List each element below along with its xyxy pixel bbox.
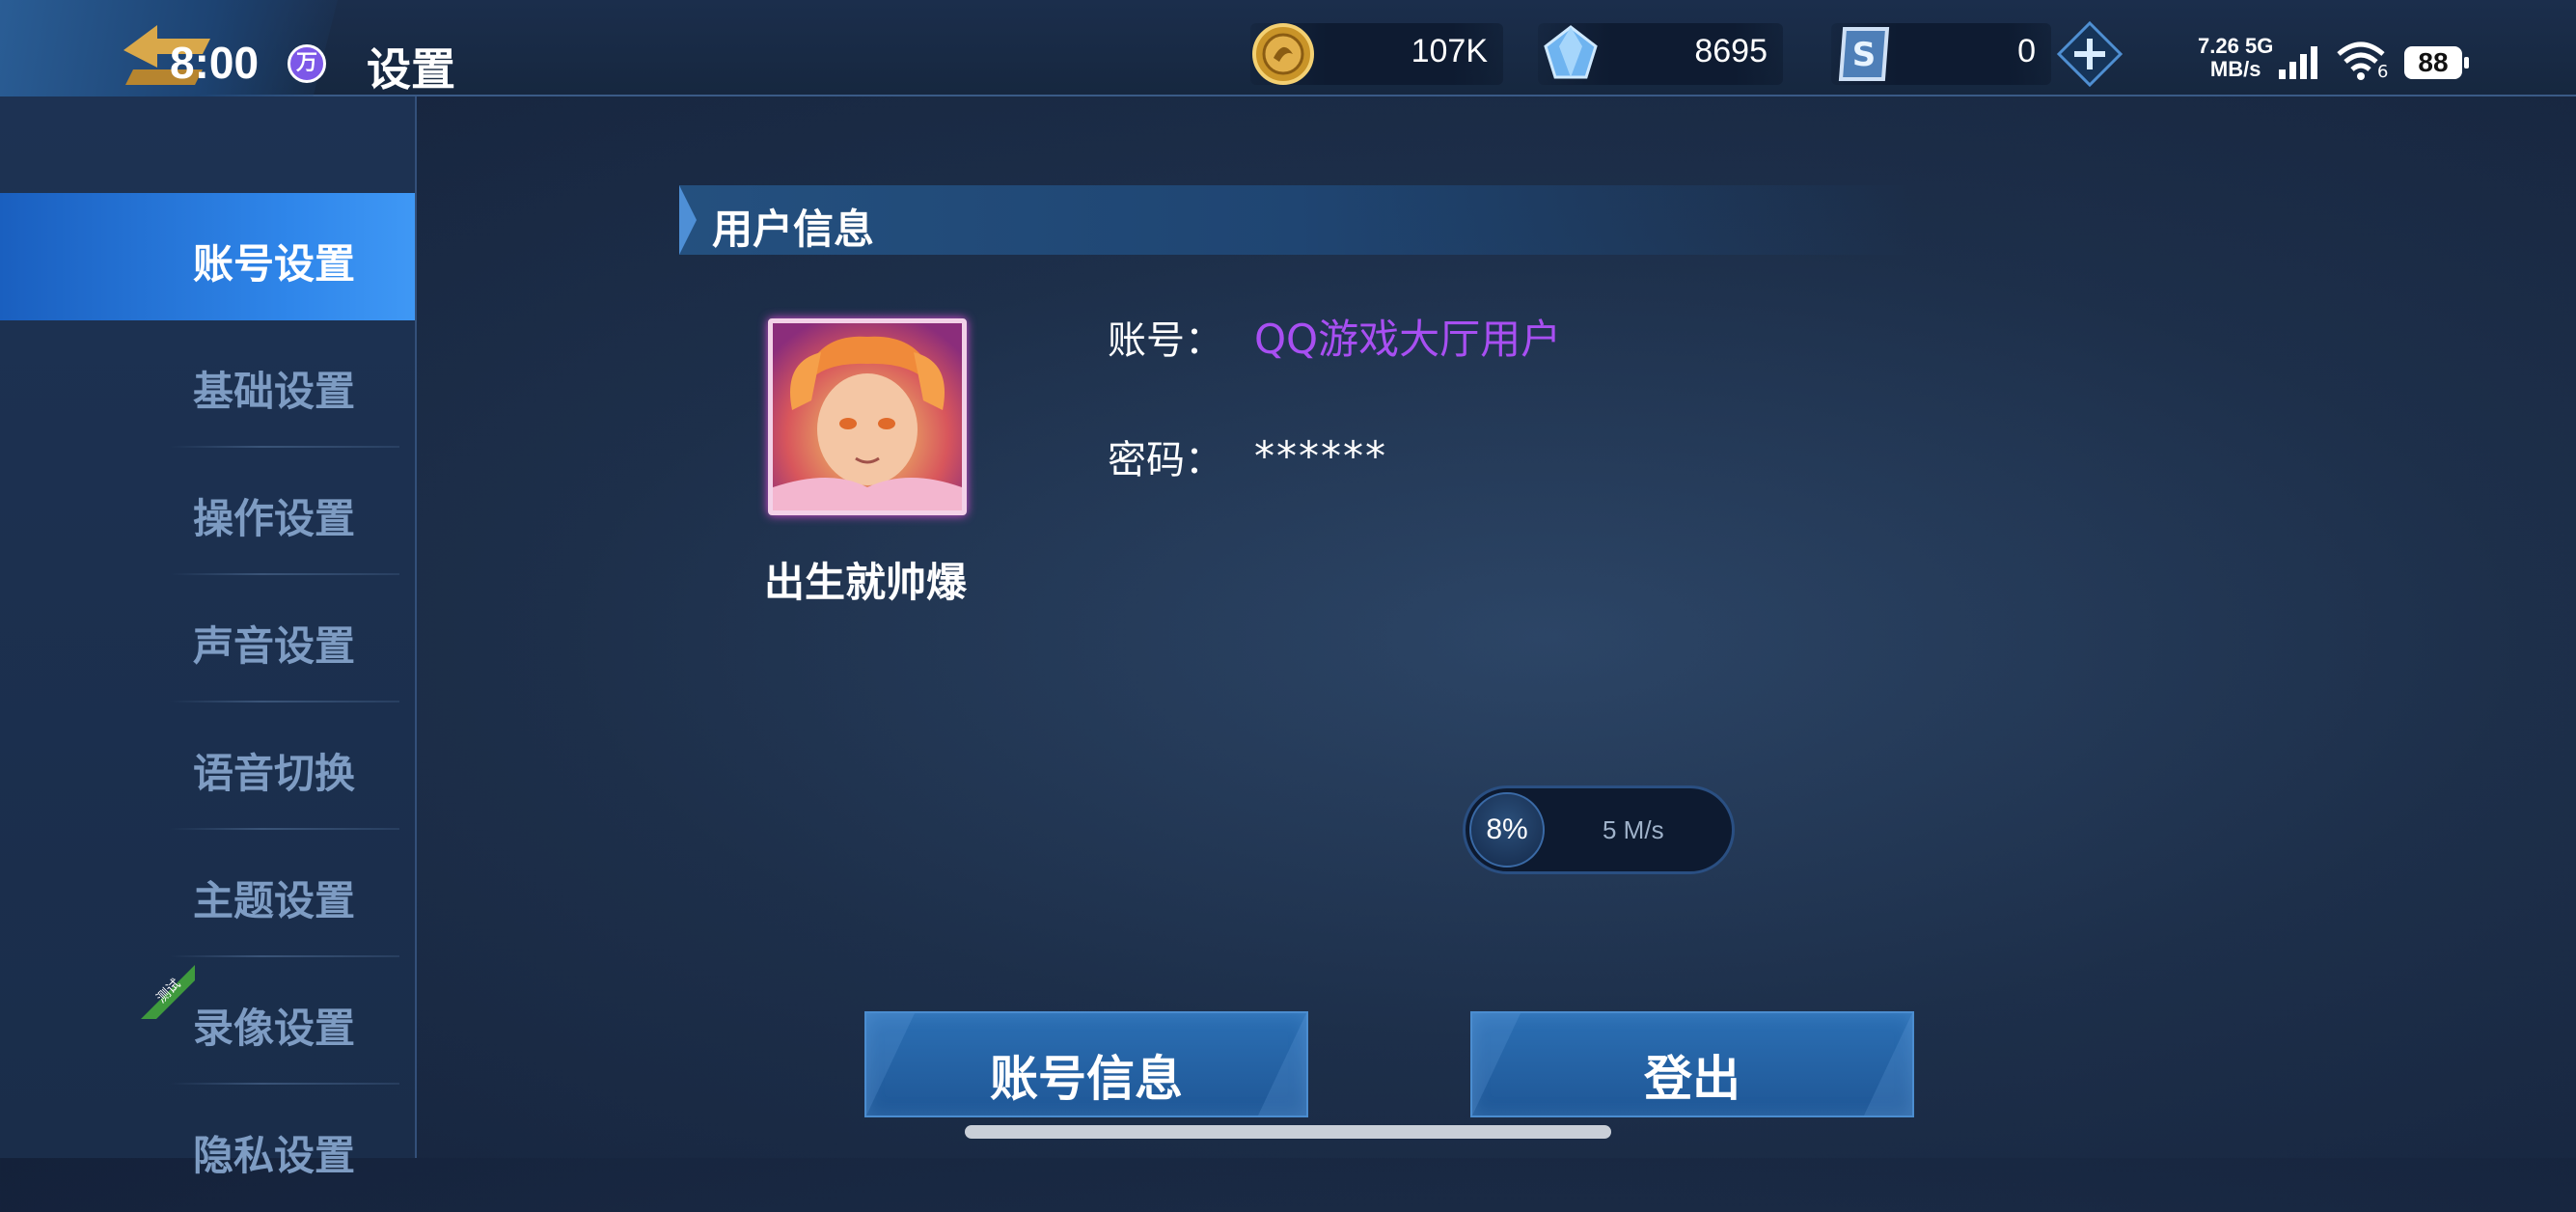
password-label: 密码： (1108, 438, 1223, 482)
sidebar-item-label: 隐私设置 (192, 1132, 355, 1179)
plus-icon[interactable] (2055, 19, 2124, 89)
sidebar-item-account[interactable]: 账号设置 (0, 193, 415, 320)
sidebar-item-basic[interactable]: 基础设置 (0, 320, 415, 448)
sidebar-item-theme[interactable]: 主题设置 (0, 830, 415, 957)
sidebar-item-privacy[interactable]: 隐私设置 (0, 1085, 415, 1212)
gold-resource[interactable]: 107K (1250, 23, 1503, 85)
password-value: ****** (1254, 432, 1387, 480)
avatar[interactable] (768, 318, 967, 515)
sidebar-item-sound[interactable]: 声音设置 (0, 575, 415, 702)
sidebar-item-label: 主题设置 (192, 877, 355, 924)
voucher-icon: S (1838, 27, 1890, 81)
section-title: 用户信息 (712, 206, 875, 253)
signal-icon (2279, 46, 2317, 79)
clock-badge: 万 (288, 44, 326, 83)
sidebar-item-recording[interactable]: 录像设置 (0, 957, 415, 1085)
home-indicator[interactable] (965, 1125, 1611, 1139)
diamond-value: 8695 (1694, 33, 1768, 69)
page-title: 设置 (367, 43, 455, 96)
sidebar-item-controls[interactable]: 操作设置 (0, 448, 415, 575)
test-badge: 测试 (141, 965, 195, 1019)
diamond-resource[interactable]: 8695 (1538, 23, 1783, 85)
network-speed: 7.26 5G MB/s (2198, 34, 2274, 81)
voucher-resource[interactable]: S 0 (1831, 23, 2051, 85)
battery-indicator: 88 (2404, 46, 2469, 79)
account-info-button[interactable]: 账号信息 (864, 1011, 1308, 1117)
button-label: 账号信息 (990, 1051, 1183, 1107)
download-speed: 5 M/s (1603, 815, 1664, 844)
button-label: 登出 (1644, 1051, 1740, 1107)
sidebar-item-label: 声音设置 (192, 622, 355, 670)
svg-text:S: S (1852, 36, 1877, 74)
download-percent: 8% (1469, 792, 1545, 868)
player-nickname: 出生就帅爆 (764, 559, 968, 606)
wifi-label: 6 (2377, 62, 2389, 82)
voucher-value: 0 (2017, 33, 2036, 69)
sidebar-item-label: 录像设置 (192, 1005, 355, 1052)
diamond-icon (1544, 25, 1598, 79)
sidebar-item-label: 账号设置 (192, 240, 355, 288)
clock-time: 8:00 (170, 38, 260, 88)
sidebar-item-label: 语音切换 (192, 750, 355, 797)
gold-coin-icon (1252, 23, 1314, 85)
sidebar-item-voice[interactable]: 语音切换 (0, 702, 415, 830)
hero-portrait-icon (773, 336, 962, 510)
account-value: QQ游戏大厅用户 (1254, 316, 1562, 363)
system-status-bar: 7.26 5G MB/s 6 88 (2198, 29, 2564, 87)
logout-button[interactable]: 登出 (1470, 1011, 1914, 1117)
gold-value: 107K (1411, 33, 1488, 69)
user-info-header: 用户信息 (679, 185, 1914, 255)
sidebar-item-label: 基础设置 (192, 368, 355, 415)
settings-sidebar: 账号设置 基础设置 操作设置 声音设置 语音切换 主题设置 录像设置 隐私设置 (0, 96, 417, 1179)
sidebar-item-label: 操作设置 (192, 495, 355, 542)
download-progress-pill[interactable]: 8% 5 M/s (1463, 785, 1735, 874)
account-label: 账号： (1108, 318, 1223, 363)
